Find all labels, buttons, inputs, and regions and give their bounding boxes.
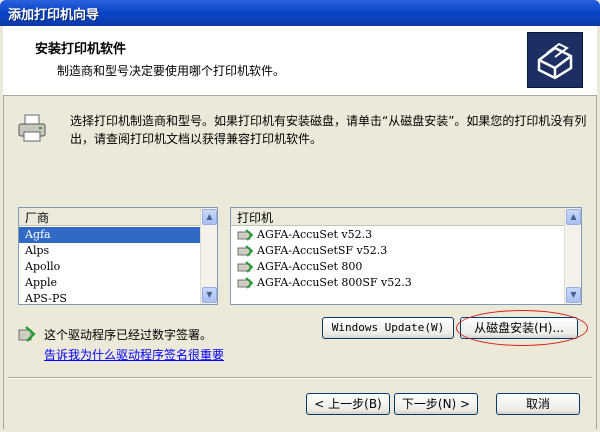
printer-item[interactable]: AGFA-AccuSet 800SF v52.3 [231,275,564,291]
signed-printer-icon [237,245,253,257]
wizard-header: 安装打印机软件 制造商和型号决定要使用哪个打印机软件。 [3,26,597,96]
printer-item[interactable]: AGFA-AccuSet 800 [231,259,564,275]
manufacturer-item-aps-ps[interactable]: APS-PS [19,291,200,304]
window-title: 添加打印机向导 [8,8,100,23]
printer-list-header[interactable]: 打印机 [231,208,581,226]
window-titlebar[interactable]: 添加打印机向导 [0,0,600,26]
scroll-down-arrow-icon[interactable]: ▼ [566,287,581,303]
printer-icon [18,114,46,142]
signed-printer-icon [237,261,253,273]
highlight-annotation-ellipse [456,310,588,346]
scroll-up-arrow-icon[interactable]: ▲ [202,209,217,225]
instruction-text: 选择打印机制造商和型号。如果打印机有安装磁盘，请单击“从磁盘安装”。如果您的打印… [70,114,587,146]
header-title: 安装打印机软件 [35,42,127,57]
signed-printer-icon [237,229,253,241]
printer-item[interactable]: AGFA-AccuSetSF v52.3 [231,243,564,259]
header-subtitle: 制造商和型号决定要使用哪个打印机软件。 [57,64,286,78]
manufacturer-item-apollo[interactable]: Apollo [19,259,200,275]
manufacturer-item-alps[interactable]: Alps [19,243,200,259]
printer-wizard-icon [527,32,583,88]
signed-printer-icon [237,277,253,289]
next-button[interactable]: 下一步(N) > [394,393,478,415]
driver-signed-row: 这个驱动程序已经过数字签署。 [18,325,308,343]
printer-item[interactable]: AGFA-AccuSet v52.3 [231,227,564,243]
printer-listbox[interactable]: 打印机 AGFA-AccuSet v52.3 AGFA-AccuSetSF v5… [230,207,582,305]
manufacturer-item-agfa[interactable]: Agfa [19,227,200,243]
driver-signing-link[interactable]: 告诉我为什么驱动程序签名很重要 [44,346,224,363]
manufacturer-list-header[interactable]: 厂商 [19,208,217,226]
driver-signed-text: 这个驱动程序已经过数字签署。 [44,328,213,342]
digital-signature-icon [18,326,36,342]
footer-separator [8,377,592,379]
manufacturer-listbox[interactable]: 厂商 Agfa Alps Apollo Apple APS-PS ▲ ▼ [18,207,218,305]
scroll-up-arrow-icon[interactable]: ▲ [566,209,581,225]
manufacturer-scrollbar[interactable]: ▲ ▼ [200,208,217,304]
windows-update-button[interactable]: Windows Update(W) [322,317,454,339]
manufacturer-item-apple[interactable]: Apple [19,275,200,291]
cancel-button[interactable]: 取消 [496,393,580,415]
back-button[interactable]: < 上一步(B) [306,393,390,415]
scroll-down-arrow-icon[interactable]: ▼ [202,287,217,303]
printer-scrollbar[interactable]: ▲ ▼ [564,208,581,304]
